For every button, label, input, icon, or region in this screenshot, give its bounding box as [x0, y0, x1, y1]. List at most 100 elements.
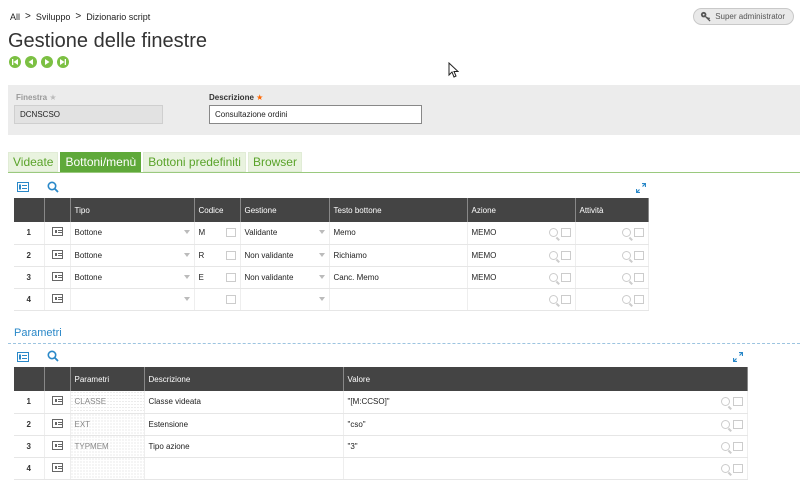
grid1-header-azione[interactable]: Azione — [467, 198, 576, 222]
azione-lookup[interactable] — [548, 272, 571, 282]
dropdown-arrow-icon[interactable] — [183, 296, 190, 301]
calculator-icon[interactable] — [633, 272, 644, 282]
valore-cell[interactable]: "[M:CCSO]" — [343, 391, 748, 414]
calculator-icon[interactable] — [560, 294, 571, 304]
grid2-expand-button[interactable] — [732, 351, 744, 363]
lookup-icon[interactable] — [621, 294, 631, 304]
gestione-cell[interactable]: Non validante — [240, 244, 330, 267]
calculator-icon[interactable] — [633, 228, 644, 237]
lookup-icon[interactable] — [720, 397, 730, 406]
dropdown-arrow-icon[interactable] — [318, 252, 325, 257]
attivita-lookup[interactable] — [621, 250, 644, 260]
grid1-header-tipo[interactable]: Tipo — [70, 198, 195, 222]
calculator-icon[interactable] — [560, 250, 571, 260]
dropdown-arrow-icon[interactable] — [318, 230, 325, 234]
table-row[interactable]: 2 EXT Estensione "cso" — [14, 413, 748, 436]
testo-bottone-cell[interactable]: Memo — [329, 222, 468, 245]
calculator-icon[interactable] — [225, 228, 236, 237]
table-row[interactable]: 1 Bottone M Validante Memo MEMO — [14, 222, 649, 245]
table-row[interactable]: 2 Bottone R Non validante Richiamo MEMO — [14, 244, 649, 267]
grid1-expand-button[interactable] — [635, 182, 647, 194]
azione-cell[interactable] — [467, 288, 576, 311]
lookup-icon[interactable] — [548, 228, 558, 237]
grid1-detail-button[interactable] — [17, 182, 29, 192]
attivita-lookup[interactable] — [621, 228, 644, 237]
calculator-icon[interactable] — [633, 250, 644, 260]
valore-lookup[interactable] — [720, 441, 743, 451]
grid2-detail-button[interactable] — [17, 352, 29, 362]
lookup-icon[interactable] — [720, 463, 730, 473]
lookup-icon[interactable] — [548, 294, 558, 304]
dropdown-arrow-icon[interactable] — [183, 230, 190, 234]
row-detail-button[interactable] — [44, 413, 71, 436]
dropdown-arrow-icon[interactable] — [318, 274, 325, 279]
azione-lookup[interactable] — [548, 294, 571, 304]
tab-bottoni-menu[interactable]: Bottoni/menù — [60, 152, 142, 172]
attivita-lookup[interactable] — [621, 294, 644, 304]
calculator-icon[interactable] — [225, 250, 236, 260]
azione-cell[interactable]: MEMO — [467, 222, 576, 245]
tipo-cell[interactable] — [70, 288, 195, 311]
gestione-cell[interactable] — [240, 288, 330, 311]
grid1-header-codice[interactable]: Codice — [194, 198, 241, 222]
testo-bottone-cell[interactable] — [329, 288, 468, 311]
valore-lookup[interactable] — [720, 463, 743, 473]
gestione-cell[interactable]: Validante — [240, 222, 330, 245]
calculator-icon[interactable] — [732, 441, 743, 451]
attivita-cell[interactable] — [575, 244, 649, 267]
attivita-cell[interactable] — [575, 288, 649, 311]
grid2-search-button[interactable] — [47, 350, 59, 362]
attivita-cell[interactable] — [575, 222, 649, 245]
tipo-cell[interactable]: Bottone — [70, 266, 195, 289]
row-detail-button[interactable] — [44, 222, 71, 245]
lookup-icon[interactable] — [621, 228, 631, 237]
lookup-icon[interactable] — [621, 272, 631, 282]
attivita-cell[interactable] — [575, 266, 649, 289]
calculator-icon[interactable] — [560, 228, 571, 237]
calculator-icon[interactable] — [560, 272, 571, 282]
first-record-button[interactable] — [9, 56, 21, 68]
table-row[interactable]: 3 Bottone E Non validante Canc. Memo MEMO — [14, 266, 649, 289]
table-row[interactable]: 4 — [14, 457, 748, 480]
azione-lookup[interactable] — [548, 228, 571, 237]
valore-lookup[interactable] — [720, 397, 743, 406]
tipo-cell[interactable]: Bottone — [70, 244, 195, 267]
grid2-header-valore[interactable]: Valore — [343, 367, 748, 391]
row-detail-button[interactable] — [44, 457, 71, 480]
calculator-icon[interactable] — [732, 397, 743, 406]
codice-cell[interactable]: E — [194, 266, 241, 289]
azione-cell[interactable]: MEMO — [467, 244, 576, 267]
tipo-cell[interactable]: Bottone — [70, 222, 195, 245]
valore-cell[interactable]: "cso" — [343, 413, 748, 436]
valore-cell[interactable]: "3" — [343, 435, 748, 458]
table-row[interactable]: 3 TYPMEM Tipo azione "3" — [14, 435, 748, 458]
last-record-button[interactable] — [57, 56, 69, 68]
lookup-icon[interactable] — [720, 441, 730, 451]
grid1-header-attivita[interactable]: Attività — [575, 198, 649, 222]
grid2-header-parametri[interactable]: Parametri — [70, 367, 145, 391]
breadcrumb-all[interactable]: All — [10, 12, 20, 22]
grid1-header-testo-bottone[interactable]: Testo bottone — [329, 198, 468, 222]
calculator-icon[interactable] — [633, 294, 644, 304]
descrizione-field[interactable]: Consultazione ordini — [209, 105, 422, 124]
row-detail-button[interactable] — [44, 435, 71, 458]
grid1-search-button[interactable] — [47, 181, 59, 193]
grid1-header-gestione[interactable]: Gestione — [240, 198, 330, 222]
gestione-cell[interactable]: Non validante — [240, 266, 330, 289]
grid2-header-descrizione[interactable]: Descrizione — [144, 367, 344, 391]
user-menu-button[interactable]: Super administrator — [693, 8, 794, 25]
calculator-icon[interactable] — [732, 463, 743, 473]
row-detail-button[interactable] — [44, 266, 71, 289]
table-row[interactable]: 1 CLASSE Classe videata "[M:CCSO]" — [14, 391, 748, 414]
azione-lookup[interactable] — [548, 250, 571, 260]
previous-record-button[interactable] — [25, 56, 37, 68]
valore-lookup[interactable] — [720, 419, 743, 429]
row-detail-button[interactable] — [44, 288, 71, 311]
codice-cell[interactable]: R — [194, 244, 241, 267]
tab-browser[interactable]: Browser — [247, 152, 302, 172]
lookup-icon[interactable] — [548, 250, 558, 260]
testo-bottone-cell[interactable]: Canc. Memo — [329, 266, 468, 289]
tab-videate[interactable]: Videate — [8, 152, 59, 172]
codice-cell[interactable]: M — [194, 222, 241, 245]
valore-cell[interactable] — [343, 457, 748, 480]
